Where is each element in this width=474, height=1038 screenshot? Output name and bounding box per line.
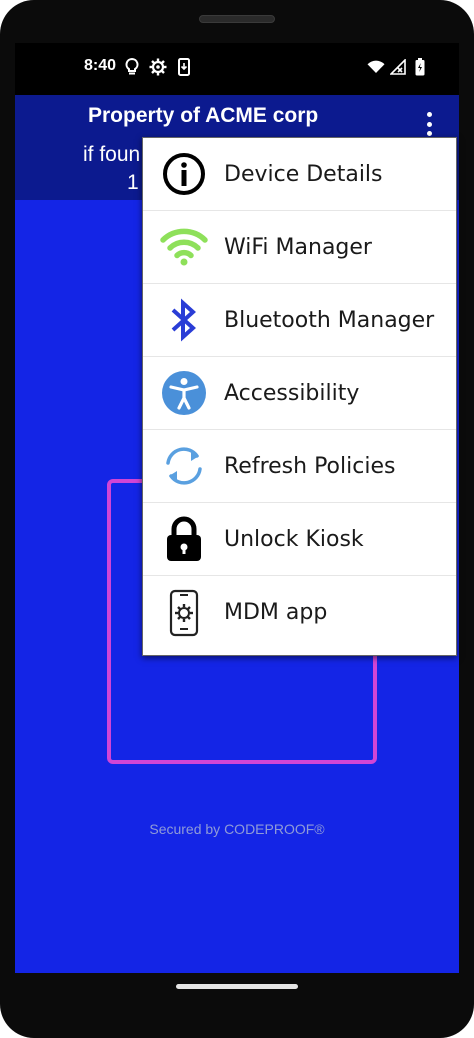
menu-item-label: Bluetooth Manager <box>224 307 435 333</box>
status-bar: 8:40 <box>15 43 459 95</box>
overflow-menu-button[interactable] <box>417 107 441 141</box>
signal-icon <box>389 57 407 77</box>
status-icons-right <box>367 57 429 77</box>
menu-item-accessibility[interactable]: Accessibility <box>143 357 456 430</box>
menu-item-mdm-app[interactable]: MDM app <box>143 576 456 649</box>
menu-item-refresh-policies[interactable]: Refresh Policies <box>143 430 456 503</box>
wifi-icon <box>367 57 385 77</box>
battery-icon <box>411 57 429 77</box>
app-subtitle-line1: if foun <box>83 143 141 166</box>
wifi-icon <box>160 223 208 271</box>
overflow-menu: Device Details WiFi Manager Bluetooth Ma… <box>142 137 457 656</box>
refresh-icon <box>160 442 208 490</box>
app-title: Property of ACME corp <box>88 104 319 127</box>
menu-item-label: Device Details <box>224 161 383 187</box>
accessibility-icon <box>160 369 208 417</box>
phone-settings-icon <box>160 589 208 637</box>
status-icons-left <box>123 57 193 77</box>
menu-item-bluetooth-manager[interactable]: Bluetooth Manager <box>143 284 456 357</box>
secured-by-label: Secured by CODEPROOF® <box>149 821 325 837</box>
menu-item-wifi-manager[interactable]: WiFi Manager <box>143 211 456 284</box>
download-icon <box>175 57 193 77</box>
menu-item-label: Refresh Policies <box>224 453 396 479</box>
menu-item-device-details[interactable]: Device Details <box>143 138 456 211</box>
bluetooth-icon <box>160 296 208 344</box>
menu-item-label: MDM app <box>224 600 328 625</box>
home-indicator[interactable] <box>176 984 298 989</box>
info-icon <box>160 150 208 198</box>
lightbulb-icon <box>123 57 141 77</box>
menu-item-label: WiFi Manager <box>224 234 372 260</box>
menu-item-unlock-kiosk[interactable]: Unlock Kiosk <box>143 503 456 576</box>
more-vert-icon <box>426 112 432 117</box>
phone-frame: 8:40 Property of ACME corp if foun 1 Sec… <box>0 0 474 1038</box>
lock-icon <box>160 515 208 563</box>
status-time: 8:40 <box>84 57 117 74</box>
menu-item-label: Unlock Kiosk <box>224 526 364 552</box>
app-subtitle-line2: 1 <box>127 171 139 194</box>
menu-item-label: Accessibility <box>224 380 360 406</box>
earpiece-speaker <box>199 15 275 23</box>
gear-icon <box>149 57 167 77</box>
